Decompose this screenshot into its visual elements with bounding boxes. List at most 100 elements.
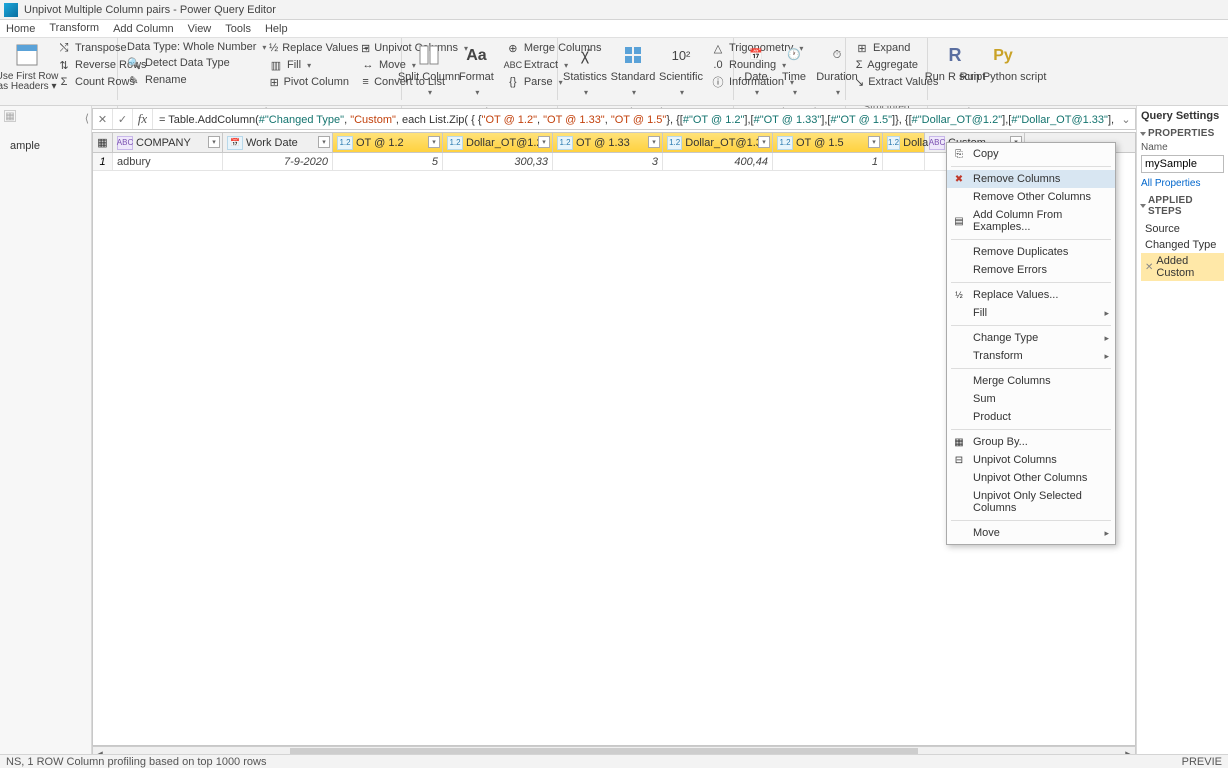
status-left: NS, 1 ROW Column profiling based on top … xyxy=(6,756,266,768)
step-changed-type[interactable]: Changed Type xyxy=(1141,237,1224,253)
menu-transform[interactable]: Transform xyxy=(49,22,99,36)
ctx-remove-dup[interactable]: Remove Duplicates xyxy=(947,243,1115,261)
fx-icon[interactable]: fx xyxy=(133,109,153,129)
scientific-button[interactable]: 10²Scientific xyxy=(660,40,702,99)
use-first-row-button[interactable]: Use First Rowas Headers ▾ xyxy=(6,40,48,93)
status-bar: NS, 1 ROW Column profiling based on top … xyxy=(0,754,1228,768)
ribbon-group-table: Use First Rowas Headers ▾ ⤭Transpose ⇅Re… xyxy=(0,38,118,100)
extract-values-button[interactable]: ↘Extract Values xyxy=(852,74,921,90)
title-bar: Unpivot Multiple Column pairs - Power Qu… xyxy=(0,0,1228,20)
cell-v6 xyxy=(883,153,925,171)
menu-add-column[interactable]: Add Column xyxy=(113,23,174,35)
ribbon-group-textcolumn: Split Column AaFormat ⊕Merge Columns ABC… xyxy=(402,38,558,100)
split-column-button[interactable]: Split Column xyxy=(408,40,450,99)
col-ot133[interactable]: 1.2OT @ 1.33▾ xyxy=(553,133,663,152)
remove-icon: ✖ xyxy=(952,172,966,186)
date-button[interactable]: 📅Date xyxy=(740,40,772,99)
cell-v4: 400,44 xyxy=(663,153,773,171)
ctx-sum[interactable]: Sum xyxy=(947,390,1115,408)
query-item[interactable]: ample xyxy=(0,136,91,156)
ctx-unpivot-other[interactable]: Unpivot Other Columns xyxy=(947,469,1115,487)
data-type-button[interactable]: Data Type: Whole Number xyxy=(124,40,260,54)
cell-v5: 1 xyxy=(773,153,883,171)
ctx-remove-columns[interactable]: ✖Remove Columns xyxy=(947,170,1115,188)
ctx-move[interactable]: Move xyxy=(947,524,1115,542)
unpivot-icon: ⊟ xyxy=(952,453,966,467)
menu-help[interactable]: Help xyxy=(265,23,288,35)
rownum-header[interactable]: ▦ xyxy=(93,133,113,152)
formula-bar: ✕ ✓ fx = Table.AddColumn(#"Changed Type"… xyxy=(92,108,1136,130)
ctx-replace[interactable]: ½Replace Values... xyxy=(947,286,1115,304)
window-title: Unpivot Multiple Column pairs - Power Qu… xyxy=(24,4,276,16)
status-right: PREVIE xyxy=(1182,756,1222,768)
row-index: 1 xyxy=(93,153,113,171)
copy-icon: ⎘ xyxy=(952,147,966,161)
app-icon xyxy=(4,3,18,17)
qs-name-input[interactable] xyxy=(1141,155,1224,173)
time-button[interactable]: 🕐Time xyxy=(778,40,810,99)
run-python-button[interactable]: PyRun Python script xyxy=(982,40,1024,84)
col-ot15[interactable]: 1.2OT @ 1.5▾ xyxy=(773,133,883,152)
ribbon-group-anycolumn: Data Type: Whole Number 🔍Detect Data Typ… xyxy=(118,38,402,100)
ctx-group[interactable]: ▦Group By... xyxy=(947,433,1115,451)
menu-tools[interactable]: Tools xyxy=(225,23,251,35)
detect-data-type-button[interactable]: 🔍Detect Data Type xyxy=(124,55,260,71)
col-workdate[interactable]: 📅Work Date▾ xyxy=(223,133,333,152)
ctx-remove-other[interactable]: Remove Other Columns xyxy=(947,188,1115,206)
menu-home[interactable]: Home xyxy=(6,23,35,35)
menu-bar: Home Transform Add Column View Tools Hel… xyxy=(0,20,1228,38)
aggregate-button[interactable]: ΣAggregate xyxy=(852,57,921,73)
ctx-fill[interactable]: Fill xyxy=(947,304,1115,322)
query-settings-pane: Query Settings PROPERTIES Name All Prope… xyxy=(1136,106,1228,754)
context-menu: ⎘Copy ✖Remove Columns Remove Other Colum… xyxy=(946,142,1116,545)
formula-text[interactable]: = Table.AddColumn(#"Changed Type", "Cust… xyxy=(153,113,1117,126)
ctx-sep xyxy=(951,166,1111,167)
rename-button[interactable]: ✎Rename xyxy=(124,72,260,88)
replace-values-button[interactable]: ½Replace Values xyxy=(266,40,352,56)
formula-expand-icon[interactable]: ⌄ xyxy=(1117,113,1135,126)
standard-button[interactable]: Standard xyxy=(612,40,654,99)
menu-view[interactable]: View xyxy=(188,23,212,35)
qs-properties-label: PROPERTIES xyxy=(1141,128,1224,139)
expand-button[interactable]: ⊞Expand xyxy=(852,40,921,56)
cell-company: adbury xyxy=(113,153,223,171)
qs-name-label: Name xyxy=(1141,142,1224,153)
ctx-product[interactable]: Product xyxy=(947,408,1115,426)
ctx-sep5 xyxy=(951,368,1111,369)
formula-cancel-icon[interactable]: ✕ xyxy=(93,109,113,129)
examples-icon: ▤ xyxy=(952,214,966,228)
ctx-sep3 xyxy=(951,282,1111,283)
ctx-unpivot[interactable]: ⊟Unpivot Columns xyxy=(947,451,1115,469)
ctx-transform[interactable]: Transform xyxy=(947,347,1115,365)
qs-steps-label: APPLIED STEPS xyxy=(1141,195,1224,217)
ctx-sep2 xyxy=(951,239,1111,240)
ribbon-group-datetime: 📅Date 🕐Time ⏱Duration xyxy=(734,38,846,100)
col-dollar133[interactable]: 1.2Dollar_OT@1.33▾ xyxy=(663,133,773,152)
ctx-add-examples[interactable]: ▤Add Column From Examples... xyxy=(947,206,1115,236)
gear-icon[interactable]: ✕ xyxy=(1145,262,1153,273)
qs-all-props-link[interactable]: All Properties xyxy=(1141,178,1200,189)
ribbon-group-structured: ⊞Expand ΣAggregate ↘Extract Values xyxy=(846,38,928,100)
pivot-column-button[interactable]: ⊞Pivot Column xyxy=(266,74,352,90)
step-source[interactable]: Source xyxy=(1141,221,1224,237)
col-dollar15[interactable]: 1.2Dollar_ xyxy=(883,133,925,152)
formula-accept-icon[interactable]: ✓ xyxy=(113,109,133,129)
ctx-merge[interactable]: Merge Columns xyxy=(947,372,1115,390)
ctx-remove-err[interactable]: Remove Errors xyxy=(947,261,1115,279)
ctx-unpivot-sel[interactable]: Unpivot Only Selected Columns xyxy=(947,487,1115,517)
statistics-button[interactable]: χ̄Statistics xyxy=(564,40,606,99)
cell-date: 7-9-2020 xyxy=(223,153,333,171)
fill-button[interactable]: ▥Fill xyxy=(266,57,352,73)
col-company[interactable]: ABCCOMPANY▾ xyxy=(113,133,223,152)
ribbon-group-numbercolumn: χ̄Statistics Standard 10²Scientific △Tri… xyxy=(558,38,734,100)
step-added-custom[interactable]: ✕Added Custom xyxy=(1141,253,1224,281)
col-dollar12[interactable]: 1.2Dollar_OT@1.2▾ xyxy=(443,133,553,152)
ctx-change-type[interactable]: Change Type xyxy=(947,329,1115,347)
ctx-sep7 xyxy=(951,520,1111,521)
ctx-sep4 xyxy=(951,325,1111,326)
ctx-copy[interactable]: ⎘Copy xyxy=(947,145,1115,163)
collapse-queries-icon[interactable]: ⟨ xyxy=(85,112,89,125)
col-ot12[interactable]: 1.2OT @ 1.2▾ xyxy=(333,133,443,152)
format-button[interactable]: AaFormat xyxy=(456,40,497,99)
cell-v3: 3 xyxy=(553,153,663,171)
